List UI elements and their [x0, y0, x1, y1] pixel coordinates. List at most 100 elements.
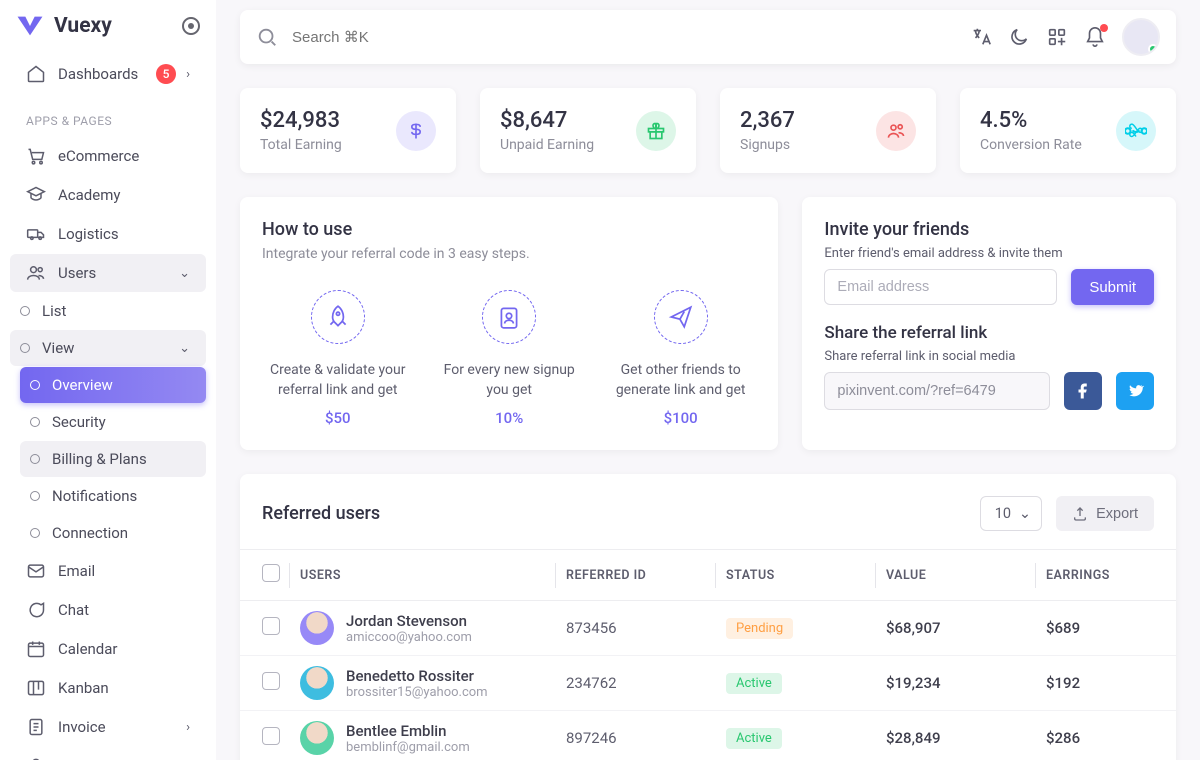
email-input[interactable] [824, 269, 1057, 305]
nav-email[interactable]: Email [10, 552, 206, 590]
theme-icon[interactable] [1008, 26, 1030, 48]
referred-id: 897246 [556, 711, 716, 760]
stat-conversion: 4.5%Conversion Rate [960, 88, 1176, 173]
nav-notifications[interactable]: Notifications [20, 478, 206, 514]
referred-users-card: Referred users 10⌄ Export USERS REFERRED… [240, 474, 1176, 760]
invoice-icon [26, 717, 46, 737]
user-name: Bentlee Emblin [346, 722, 470, 740]
stat-total-earning: $24,983Total Earning [240, 88, 456, 173]
col-value[interactable]: VALUE [876, 550, 1036, 601]
sidebar-pin-icon[interactable] [182, 17, 200, 35]
nav-academy[interactable]: Academy [10, 176, 206, 214]
language-icon[interactable] [970, 26, 992, 48]
row-checkbox[interactable] [262, 727, 280, 745]
user-email: amiccoo@yahoo.com [346, 630, 472, 645]
facebook-button[interactable] [1064, 372, 1102, 410]
nav-users-view[interactable]: View⌄ [10, 330, 206, 366]
user-email: brossiter15@yahoo.com [346, 685, 488, 700]
row-checkbox[interactable] [262, 617, 280, 635]
row-value: $19,234 [876, 656, 1036, 711]
search-input[interactable] [292, 29, 491, 46]
row-checkbox[interactable] [262, 672, 280, 690]
dollar-icon [396, 111, 436, 151]
share-title: Share the referral link [824, 323, 1154, 343]
nav-connection[interactable]: Connection [20, 515, 206, 551]
chevron-down-icon: ⌄ [179, 341, 190, 356]
col-referred-id[interactable]: REFERRED ID [556, 550, 716, 601]
table-row[interactable]: Bentlee Emblinbemblinf@gmail.com 897246 … [240, 711, 1176, 760]
nav-users[interactable]: Users⌄ [10, 254, 206, 292]
nav-section-title: APPS & PAGES [0, 94, 216, 136]
table-row[interactable]: Benedetto Rossiterbrossiter15@yahoo.com … [240, 656, 1176, 711]
nav-badge: 5 [156, 64, 176, 84]
col-earrings[interactable]: EARRINGS [1036, 550, 1176, 601]
lock-icon [26, 756, 46, 760]
user-avatar [300, 611, 334, 645]
bullet-icon [20, 306, 30, 316]
mail-icon [26, 561, 46, 581]
infinity-icon [1116, 111, 1156, 151]
user-avatar[interactable] [1122, 18, 1160, 56]
export-icon [1072, 506, 1088, 522]
brand: Vuexy [0, 14, 216, 54]
stat-signups: 2,367Signups [720, 88, 936, 173]
truck-icon [26, 224, 46, 244]
nav-invoice[interactable]: Invoice› [10, 708, 206, 746]
export-button[interactable]: Export [1056, 496, 1154, 531]
bullet-icon [20, 343, 30, 353]
email-label: Enter friend's email address & invite th… [824, 246, 1154, 261]
nav-security[interactable]: Security [20, 404, 206, 440]
referral-link-input[interactable] [824, 372, 1050, 410]
user-avatar [300, 666, 334, 700]
brand-name: Vuexy [54, 14, 112, 38]
gift-icon [636, 111, 676, 151]
nav-label: Dashboards [58, 65, 138, 83]
how-to-use-card: How to use Integrate your referral code … [240, 197, 778, 450]
nav-ecommerce[interactable]: eCommerce [10, 137, 206, 175]
page-size-select[interactable]: 10⌄ [980, 496, 1042, 531]
invite-card: Invite your friends Enter friend's email… [802, 197, 1176, 450]
col-status[interactable]: STATUS [716, 550, 876, 601]
howto-subtitle: Integrate your referral code in 3 easy s… [262, 246, 756, 262]
table-row[interactable]: Jordan Stevensonamiccoo@yahoo.com 873456… [240, 601, 1176, 656]
nav-logistics[interactable]: Logistics [10, 215, 206, 253]
row-earnings: $192 [1036, 656, 1176, 711]
referred-id: 234762 [556, 656, 716, 711]
row-earnings: $286 [1036, 711, 1176, 760]
nav-billing[interactable]: Billing & Plans [20, 441, 206, 477]
home-icon [26, 64, 46, 84]
howto-step-2: For every new signup you get 10% [433, 290, 584, 427]
user-avatar [300, 721, 334, 755]
chevron-right-icon: › [186, 720, 190, 735]
referred-users-table: USERS REFERRED ID STATUS VALUE EARRINGS … [240, 549, 1176, 760]
status-badge: Active [726, 673, 782, 694]
bullet-icon [30, 417, 40, 427]
nav-users-list[interactable]: List [10, 293, 206, 329]
id-card-icon [482, 290, 536, 344]
rocket-icon [311, 290, 365, 344]
sidebar: Vuexy Dashboards 5 › APPS & PAGES eComme… [0, 0, 216, 760]
submit-button[interactable]: Submit [1071, 269, 1154, 305]
nav-chat[interactable]: Chat [10, 591, 206, 629]
invite-title: Invite your friends [824, 219, 1154, 240]
nav-calendar[interactable]: Calendar [10, 630, 206, 668]
calendar-icon [26, 639, 46, 659]
send-icon [654, 290, 708, 344]
nav-dashboards[interactable]: Dashboards 5 › [10, 55, 206, 93]
twitter-button[interactable] [1116, 372, 1154, 410]
howto-step-3: Get other friends to generate link and g… [605, 290, 756, 427]
search-icon[interactable] [256, 26, 278, 48]
nav-kanban[interactable]: Kanban [10, 669, 206, 707]
topbar [240, 10, 1176, 64]
bell-icon[interactable] [1084, 26, 1106, 48]
nav-overview[interactable]: Overview [20, 367, 206, 403]
main-content: $24,983Total Earning $8,647Unpaid Earnin… [216, 0, 1200, 760]
brand-logo-icon [16, 14, 44, 38]
col-users[interactable]: USERS [290, 550, 556, 601]
chevron-right-icon: › [186, 67, 190, 82]
kanban-icon [26, 678, 46, 698]
apps-icon[interactable] [1046, 26, 1068, 48]
nav-roles[interactable]: Roles & Permiss...› [10, 747, 206, 760]
select-all-checkbox[interactable] [262, 564, 280, 582]
howto-step-1: Create & validate your referral link and… [262, 290, 413, 427]
